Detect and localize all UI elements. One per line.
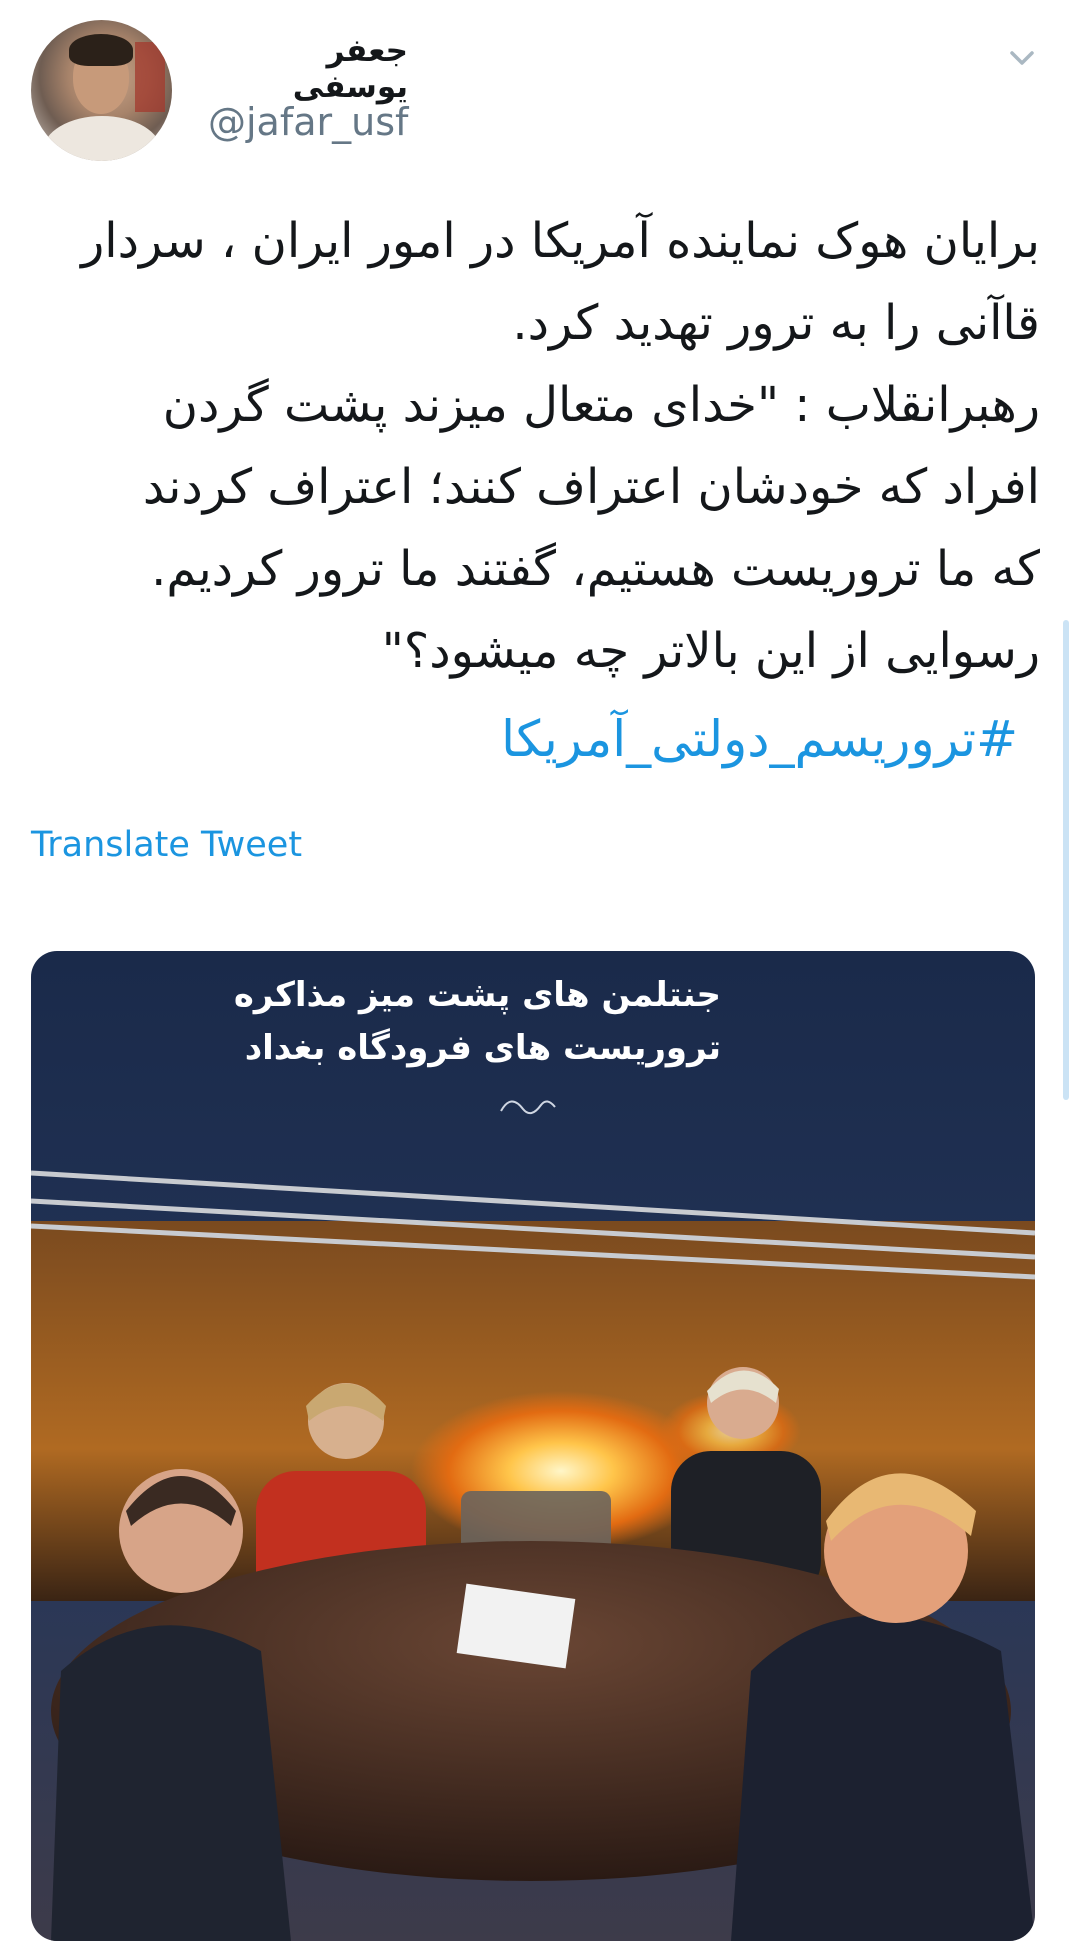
avatar[interactable]	[31, 20, 172, 161]
author-name[interactable]: جعفر یوسفی	[208, 33, 408, 105]
avatar-hair	[69, 34, 133, 66]
translate-tweet-link[interactable]: Translate Tweet	[31, 825, 302, 865]
tweet-line: رسوایی از این بالاتر چه میشود؟"	[381, 623, 1040, 679]
tweet-media-image[interactable]: جنتلمن های پشت میز مذاکره تروریست های فر…	[31, 951, 1035, 1941]
chevron-down-icon[interactable]	[1004, 40, 1040, 76]
tweet-line: رهبرانقلاب : "خدای متعال میزند پشت گردن	[162, 377, 1040, 433]
media-illustration: جنتلمن های پشت میز مذاکره تروریست های فر…	[31, 951, 1035, 1941]
media-caption-line2: تروریست های فرودگاه بغداد	[245, 1028, 721, 1068]
avatar-background	[135, 42, 165, 112]
media-caption-line1: جنتلمن های پشت میز مذاکره	[234, 975, 721, 1015]
tweet-line: که ما تروریست هستیم، گفتند ما ترور کردیم…	[151, 541, 1040, 597]
scrollbar[interactable]	[1063, 620, 1069, 1100]
tweet-line: برایان هوک نماینده آمریکا در امور ایران …	[81, 213, 1040, 269]
tweet-line: افراد که خودشان اعتراف کنند؛ اعتراف کردن…	[142, 459, 1040, 515]
avatar-body	[43, 116, 161, 161]
author-handle[interactable]: @jafar_usf	[208, 100, 408, 144]
tweet-line: قاآنی را به ترور تهدید کرد.	[512, 295, 1040, 351]
hashtag-link[interactable]: #تروریسم_دولتی_آمریکا	[30, 710, 1018, 768]
tweet-text: برایان هوک نماینده آمریکا در امور ایران …	[30, 200, 1040, 692]
